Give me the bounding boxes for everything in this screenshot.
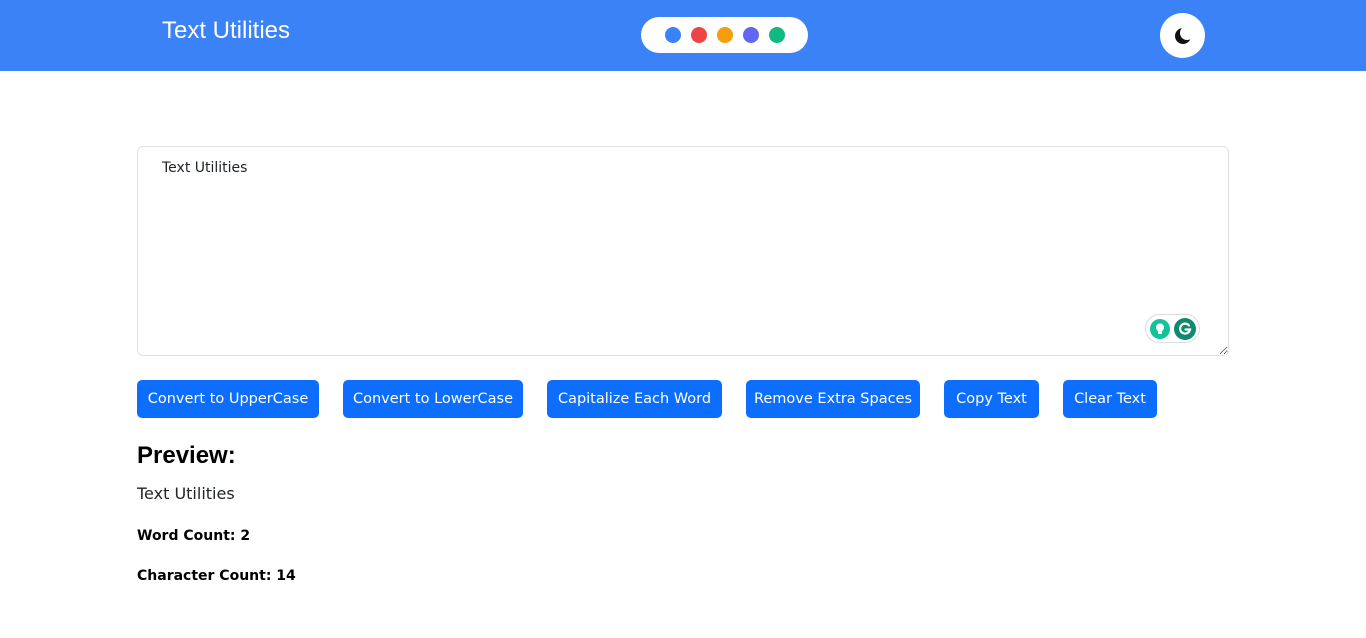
theme-color-indigo[interactable] xyxy=(743,27,759,43)
dark-mode-toggle[interactable] xyxy=(1160,13,1205,58)
theme-color-picker xyxy=(641,17,808,53)
navbar: Text Utilities xyxy=(0,0,1366,71)
theme-color-orange[interactable] xyxy=(717,27,733,43)
character-count: Character Count: 14 xyxy=(137,568,296,584)
word-count: Word Count: 2 xyxy=(137,528,251,544)
capitalize-button[interactable]: Capitalize Each Word xyxy=(547,380,722,418)
lowercase-button[interactable]: Convert to LowerCase xyxy=(343,380,523,418)
moon-icon xyxy=(1174,25,1193,44)
grammarly-icon[interactable] xyxy=(1173,317,1196,340)
clear-text-button[interactable]: Clear Text xyxy=(1063,380,1157,418)
text-input-area[interactable]: Text Utilities xyxy=(137,146,1229,356)
grammar-widget[interactable] xyxy=(1145,314,1200,343)
preview-heading: Preview: xyxy=(137,442,236,469)
uppercase-button[interactable]: Convert to UpperCase xyxy=(137,380,319,418)
copy-text-button[interactable]: Copy Text xyxy=(944,380,1039,418)
preview-text: Text Utilities xyxy=(137,484,235,503)
brand-title: Text Utilities xyxy=(162,17,291,44)
remove-spaces-button[interactable]: Remove Extra Spaces xyxy=(746,380,920,418)
theme-color-red[interactable] xyxy=(691,27,707,43)
theme-color-blue[interactable] xyxy=(665,27,681,43)
theme-color-green[interactable] xyxy=(769,27,785,43)
bulb-icon[interactable] xyxy=(1149,318,1170,339)
